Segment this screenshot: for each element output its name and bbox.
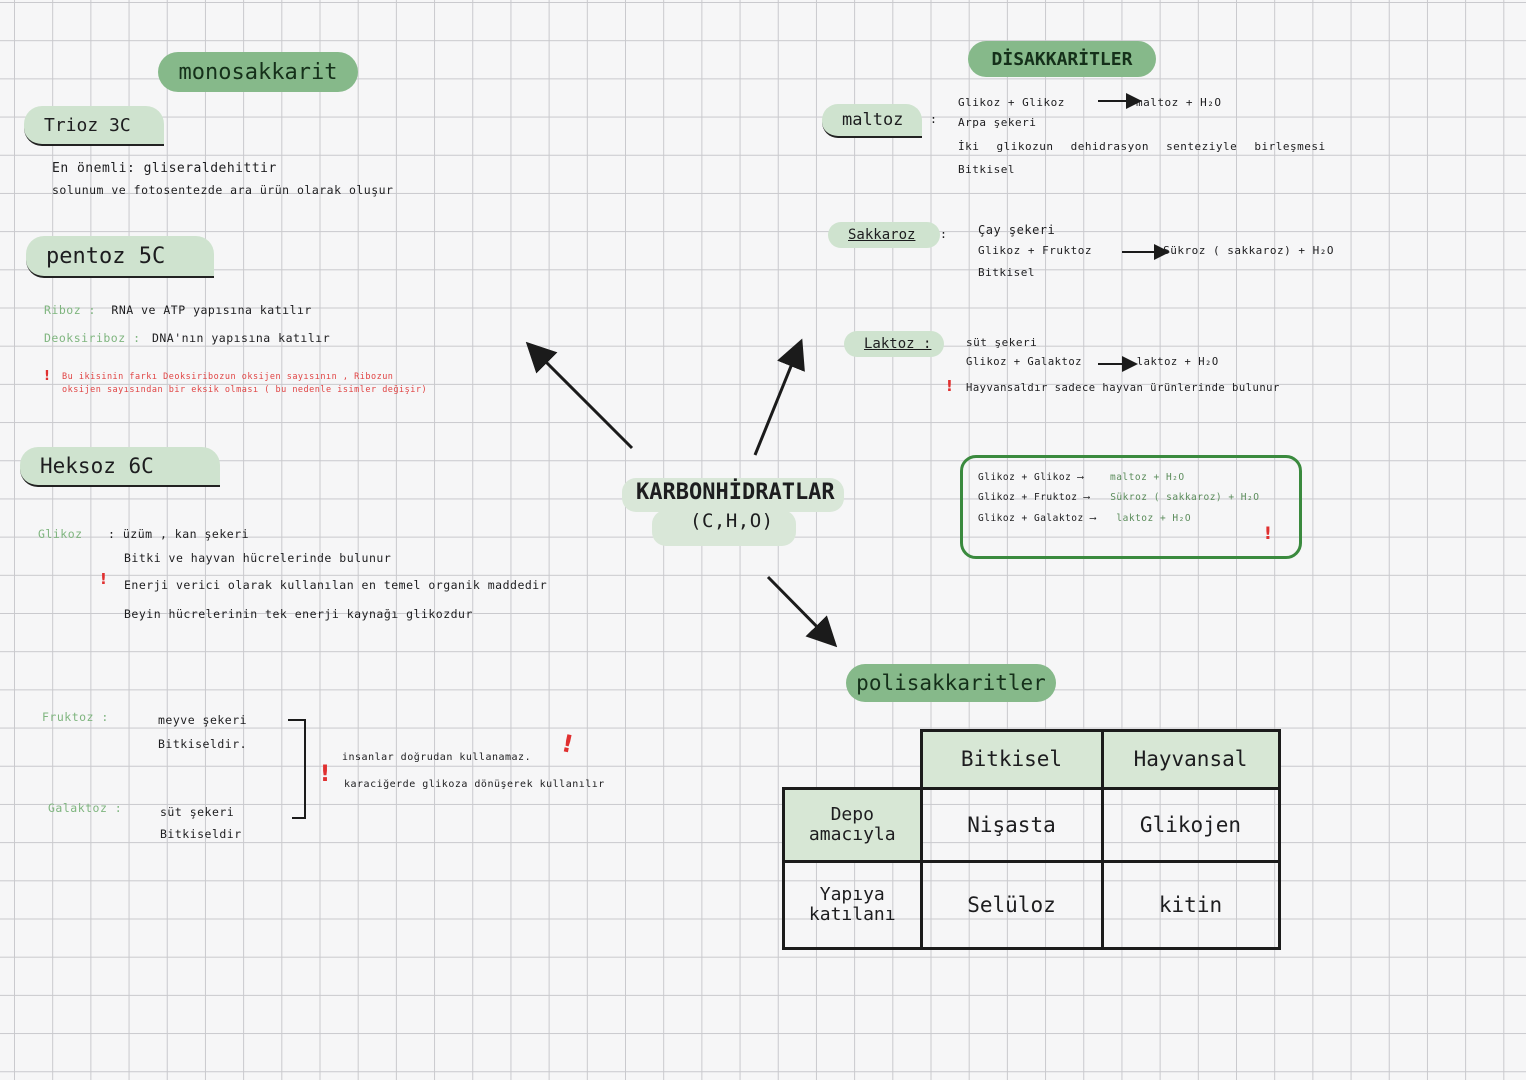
table-cell: Selüloz [919,859,1104,950]
fruktoz-line-1: meyve şekeri [158,713,248,727]
sakkaroz-label: Sakkaroz [848,227,916,243]
monosakkarit-title: monosakkarit [178,59,338,85]
trioz-title-pill: Trioz 3C [24,106,164,146]
bracket [288,719,306,819]
pentoz-title-pill: pentoz 5C [26,236,214,278]
bracket-note-line-2: karaciğerde glikoza dönüşerek kullanılır [344,779,605,790]
laktoz-warning-line: Hayvansaldır sadece hayvan ürünlerinde b… [966,382,1280,394]
heksoz-title: Heksoz 6C [40,454,154,478]
laktoz-line-1: süt şekeri [966,336,1038,349]
glikoz-line-3: Enerji verici olarak kullanılan en temel… [124,578,548,592]
summary-row-1-right: maltoz + H₂O [1109,472,1185,483]
summary-row-3-right: laktoz + H₂O [1116,513,1192,524]
summary-row-2-left: Glikoz + Fruktoz ⟶ [978,492,1090,503]
arrow-to-polisakkaritler [766,575,838,648]
maltoz-label: maltoz [842,110,904,130]
table-header-row: Bitkisel Hayvansal [783,729,1281,790]
polisakkaritler-title: polisakkaritler [856,671,1046,695]
monosakkarit-title-pill: monosakkarit [158,52,358,92]
trioz-title: Trioz 3C [44,114,131,136]
glikoz-line-1: : üzüm , kan şekeri [108,527,250,541]
arrow-to-monosakkarit [525,341,634,450]
deoksiriboz-text: DNA'nın yapısına katılır [151,331,331,345]
table-row: Depo amacıyla Nişasta Glikojen [782,786,1281,863]
maltoz-line-4: Bitkisel [958,163,1015,176]
laktoz-eq-right: laktoz + H₂O [1136,356,1219,368]
riboz-text: RNA ve ATP yapısına katılır [111,303,312,317]
table-header-hayvansal: Hayvansal [1100,729,1281,790]
summary-row-3-left: Glikoz + Galaktoz ⟶ [978,513,1097,524]
table-cell: kitin [1100,859,1281,950]
summary-row-3: Glikoz + Galaktoz ⟶ laktoz + H₂O [978,513,1191,524]
laktoz-line-2: Glikoz + Galaktoz laktoz + H₂O [966,356,1219,368]
summary-row-2: Glikoz + Fruktoz ⟶ Sükroz ( sakkaroz) + … [978,492,1259,503]
pentoz-note-line-1: Bu ikisinin farkı Deoksiribozun oksijen … [62,372,394,382]
table-corner [783,730,923,790]
sakkaroz-colon: : [940,227,948,241]
maltoz-eq-right: maltoz + H₂O [1135,96,1222,109]
heksoz-title-pill: Heksoz 6C [20,447,220,487]
maltoz-pill: maltoz [822,104,922,138]
table-row-label: Yapıya katılanı [782,859,923,950]
pentoz-warning-icon: ! [44,369,50,384]
glikoz-label: Glikoz [38,527,83,541]
summary-warning-icon: ! [1264,524,1272,544]
deoksiriboz-label: Deoksiriboz : [44,331,141,345]
laktoz-warning-icon: ! [946,377,953,395]
table-header-bitkisel: Bitkisel [919,729,1104,790]
sakkaroz-line-1: Çay şekeri [978,223,1056,237]
center-title: KARBONHİDRATLAR [636,480,835,505]
table-row-label: Depo amacıyla [782,786,923,863]
sakkaroz-line-3: Bitkisel [978,266,1035,279]
summary-row-1: Glikoz + Glikoz ⟶ maltoz + H₂O [978,472,1185,483]
bracket-note-line-1: insanlar doğrudan kullanamaz. [342,752,532,763]
polisakkarit-table: Bitkisel Hayvansal Depo amacıyla Nişasta… [782,729,1281,950]
disakkaritler-title: DİSAKKARİTLER [991,48,1133,70]
deoksiriboz-row: Deoksiriboz : DNA'nın yapısına katılır [44,331,330,345]
fruktoz-label: Fruktoz : [42,710,109,724]
summary-row-1-left: Glikoz + Glikoz ⟶ [978,472,1084,483]
glikoz-line-4: Beyin hücrelerinin tek enerji kaynağı gl… [124,607,473,621]
laktoz-pill: Laktoz : [844,331,944,357]
sakkaroz-eq-left: Glikoz + Fruktoz [978,244,1092,257]
disakkaritler-title-pill: DİSAKKARİTLER [968,41,1156,77]
center-formula: (C,H,O) [690,510,774,532]
maltoz-colon: : [930,112,938,126]
table-row: Yapıya katılanı Selüloz kitin [782,859,1281,950]
pentoz-title: pentoz 5C [46,243,166,269]
disakkarit-summary-box [960,455,1302,559]
glikoz-line-2: Bitki ve hayvan hücrelerinde bulunur [124,551,392,565]
laktoz-label: Laktoz : [864,336,932,352]
galaktoz-line-1: süt şekeri [160,805,235,819]
bracket-warning-icon: ! [320,762,331,787]
laktoz-eq-left: Glikoz + Galaktoz [966,356,1082,368]
trioz-line-2: solunum ve fotosentezde ara ürün olarak … [52,183,394,197]
maltoz-eq-left: Glikoz + Glikoz [958,96,1065,109]
summary-row-2-right: Sükroz ( sakkaroz) + H₂O [1110,492,1260,503]
galaktoz-label: Galaktoz : [48,801,123,815]
trioz-line-1: En önemli: gliseraldehittir [52,161,277,176]
riboz-label: Riboz : [44,303,96,317]
maltoz-line-1: Glikoz + Glikoz maltoz + H₂O [958,96,1221,109]
riboz-row: Riboz : RNA ve ATP yapısına katılır [44,303,312,317]
table-cell: Glikojen [1100,786,1281,863]
sakkaroz-line-2: Glikoz + Fruktoz Sükroz ( sakkaroz) + H₂… [978,244,1334,257]
glikoz-warning-icon: ! [100,570,107,588]
maltoz-line-2: Arpa şekeri [958,116,1037,129]
galaktoz-line-2: Bitkiseldir [160,827,242,841]
pentoz-note-line-2: oksijen sayısından bir eksik olması ( bu… [62,385,428,395]
polisakkaritler-title-pill: polisakkaritler [846,664,1056,702]
fruktoz-line-2: Bitkiseldir. [158,737,248,751]
sakkaroz-pill: Sakkaroz [828,222,940,248]
table-cell: Nişasta [919,786,1104,863]
maltoz-line-3: İki glikozun dehidrasyon senteziyle birl… [958,140,1326,153]
bracket-warning-icon-2: ! [559,729,576,759]
arrow-to-disakkaritler [753,338,805,456]
sakkaroz-eq-right: Sükroz ( sakkaroz) + H₂O [1163,244,1335,257]
